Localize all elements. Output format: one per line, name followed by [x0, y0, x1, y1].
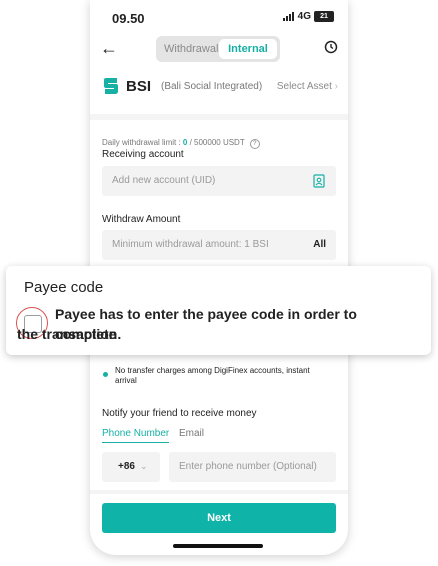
section-divider	[90, 114, 348, 120]
payee-code-callout: Payee code Payee has to enter the payee …	[6, 266, 431, 355]
help-icon[interactable]: ?	[249, 139, 260, 149]
tab-phone-number[interactable]: Phone Number	[102, 428, 170, 443]
asset-full-name: (Bali Social Integrated)	[161, 81, 263, 92]
fees-bullet-icon	[103, 372, 108, 377]
tab-email[interactable]: Email	[179, 428, 204, 439]
withdraw-amount-label: Withdraw Amount	[102, 214, 181, 225]
withdraw-amount-input[interactable]: Minimum withdrawal amount: 1 BSI All	[102, 230, 336, 260]
section-divider	[90, 490, 348, 494]
country-code-value: +86	[118, 461, 135, 472]
fees-info: No transfer charges among DigiFinex acco…	[115, 366, 310, 385]
signal-icon	[282, 12, 295, 21]
next-button[interactable]: Next	[102, 503, 336, 533]
status-time: 09.50	[112, 11, 145, 26]
receiving-account-placeholder: Add new account (UID)	[112, 175, 216, 186]
withdraw-amount-placeholder: Minimum withdrawal amount: 1 BSI	[112, 239, 269, 250]
withdraw-type-toggle: Withdrawal Internal	[156, 36, 280, 62]
payee-code-title: Payee code	[24, 279, 104, 296]
tab-internal[interactable]: Internal	[219, 39, 277, 59]
asset-selector[interactable]: BSI (Bali Social Integrated) Select Asse…	[102, 76, 338, 98]
chevron-down-icon: ⌄	[140, 461, 148, 471]
country-code-select[interactable]: +86 ⌄	[102, 452, 160, 482]
limit-prefix: Daily withdrawal limit :	[102, 138, 183, 147]
payee-code-description: Payee has to enter the payee code in ord…	[17, 304, 415, 344]
chevron-right-icon: ›	[334, 81, 338, 92]
back-arrow-icon[interactable]: ←	[100, 38, 118, 59]
contact-book-icon[interactable]	[312, 174, 326, 188]
limit-suffix: / 500000 USDT	[187, 138, 245, 147]
select-asset-link[interactable]: Select Asset ›	[277, 81, 338, 92]
phone-number-input[interactable]: Enter phone number (Optional)	[169, 452, 336, 482]
phone-number-placeholder: Enter phone number (Optional)	[179, 461, 317, 472]
payee-code-text-line2: the transaction.	[17, 326, 122, 342]
notify-friend-label: Notify your friend to receive money	[102, 408, 257, 419]
top-nav: ← Withdrawal Internal	[90, 34, 348, 64]
bsi-logo-icon	[104, 78, 118, 94]
daily-limit: Daily withdrawal limit : 0 / 500000 USDT…	[102, 138, 260, 149]
status-indicators: 4G 21	[282, 11, 334, 22]
tab-withdrawal[interactable]: Withdrawal	[164, 43, 218, 55]
all-button[interactable]: All	[313, 239, 326, 250]
receiving-account-input[interactable]: Add new account (UID)	[102, 166, 336, 196]
battery-icon: 21	[314, 11, 334, 22]
network-label: 4G	[297, 11, 311, 22]
asset-symbol: BSI	[126, 78, 152, 95]
history-clock-icon[interactable]	[324, 40, 338, 54]
select-asset-label: Select Asset	[276, 81, 332, 92]
status-bar: 09.50 4G 21	[90, 0, 348, 30]
home-indicator	[173, 544, 263, 548]
receiving-account-label: Receiving account	[102, 149, 184, 160]
